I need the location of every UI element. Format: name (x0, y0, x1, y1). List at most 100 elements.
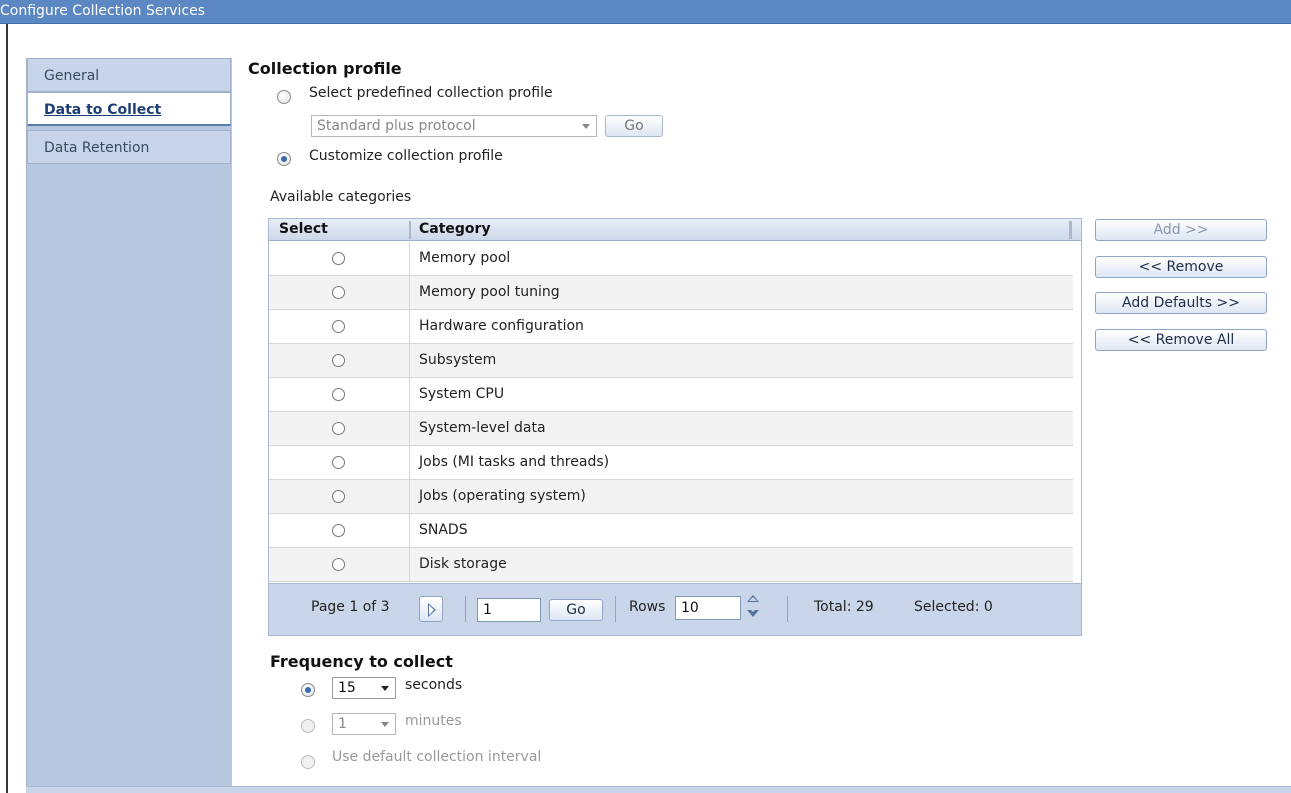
category-cell: SNADS (419, 522, 468, 538)
selected-count: Selected: 0 (914, 599, 993, 615)
table-header: Select Category (269, 219, 1081, 241)
row-select-radio[interactable] (332, 286, 345, 299)
table-row[interactable]: Disk storage (269, 548, 1073, 582)
minutes-select[interactable]: 1 (332, 713, 396, 735)
rows-per-page-input[interactable]: 10 (675, 596, 741, 620)
table-row[interactable]: Memory pool (269, 242, 1073, 276)
table-row[interactable]: System CPU (269, 378, 1073, 412)
category-cell: System-level data (419, 420, 546, 436)
category-cell: Subsystem (419, 352, 497, 368)
rows-label: Rows (629, 599, 666, 615)
dropdown-arrow-icon (582, 124, 590, 129)
category-cell: Disk storage (419, 556, 507, 572)
default-interval-radio[interactable] (301, 755, 315, 769)
row-select-radio[interactable] (332, 354, 345, 367)
add-defaults-button[interactable]: Add Defaults >> (1095, 292, 1267, 314)
row-select-radio[interactable] (332, 320, 345, 333)
table-row[interactable]: Hardware configuration (269, 310, 1073, 344)
category-cell: Jobs (MI tasks and threads) (419, 454, 610, 470)
table-row[interactable]: System-level data (269, 412, 1073, 446)
frequency-seconds-radio[interactable] (301, 683, 315, 697)
cell-separator (409, 548, 410, 582)
column-separator (409, 221, 411, 239)
profile-select-value: Standard plus protocol (317, 118, 476, 134)
dropdown-arrow-icon (381, 722, 389, 727)
bottom-bar (26, 786, 1291, 793)
seconds-label: seconds (405, 677, 463, 693)
cell-separator (409, 378, 410, 412)
customize-profile-radio[interactable] (277, 152, 291, 166)
column-header-select: Select (279, 221, 328, 237)
add-button[interactable]: Add >> (1095, 219, 1267, 241)
window-title: Configure Collection Services (0, 3, 206, 19)
dropdown-arrow-icon (381, 686, 389, 691)
seconds-select[interactable]: 15 (332, 677, 396, 699)
page-number-input[interactable]: 1 (477, 598, 541, 622)
spinner-down-icon[interactable] (747, 608, 759, 617)
collection-profile-heading: Collection profile (248, 59, 402, 78)
page-indicator: Page 1 of 3 (311, 599, 390, 615)
category-cell: System CPU (419, 386, 505, 402)
nav-item-general[interactable]: General (27, 58, 231, 92)
nav-item-data-retention[interactable]: Data Retention (27, 130, 231, 164)
frame-border (6, 24, 8, 793)
row-select-radio[interactable] (332, 490, 345, 503)
cell-separator (409, 514, 410, 548)
table-row[interactable]: Subsystem (269, 344, 1073, 378)
cell-separator (409, 480, 410, 514)
pager-separator (465, 596, 466, 622)
pager-separator (615, 596, 616, 622)
minutes-label: minutes (405, 713, 462, 729)
category-cell: Memory pool tuning (419, 284, 560, 300)
remove-all-button[interactable]: << Remove All (1095, 329, 1267, 351)
seconds-select-value: 15 (338, 680, 356, 696)
cell-separator (409, 276, 410, 310)
page-go-button[interactable]: Go (549, 599, 603, 621)
nav-item-label: General (44, 68, 100, 84)
nav-item-label: Data Retention (44, 140, 150, 156)
category-cell: Hardware configuration (419, 318, 584, 334)
spinner-up-icon[interactable] (747, 595, 759, 602)
predefined-profile-label: Select predefined collection profile (309, 85, 553, 101)
row-select-radio[interactable] (332, 524, 345, 537)
nav-item-data-to-collect[interactable]: Data to Collect (27, 92, 231, 126)
frequency-heading: Frequency to collect (270, 652, 453, 671)
category-cell: Jobs (operating system) (419, 488, 586, 504)
row-select-radio[interactable] (332, 252, 345, 265)
predefined-profile-radio[interactable] (277, 90, 291, 104)
remove-button[interactable]: << Remove (1095, 256, 1267, 278)
pager-separator (787, 596, 788, 622)
column-header-category[interactable]: Category (419, 221, 491, 237)
profile-select[interactable]: Standard plus protocol (311, 115, 597, 137)
cell-separator (409, 412, 410, 446)
category-cell: Memory pool (419, 250, 511, 266)
window-title-bar: Configure Collection Services (0, 0, 1291, 24)
total-count: Total: 29 (814, 599, 874, 615)
rows-spinner[interactable] (745, 594, 761, 620)
next-page-icon (428, 603, 436, 617)
cell-separator (409, 242, 410, 276)
profile-go-button[interactable]: Go (605, 115, 663, 137)
default-interval-label: Use default collection interval (332, 749, 542, 765)
table-row[interactable]: Jobs (operating system) (269, 480, 1073, 514)
table-row[interactable]: SNADS (269, 514, 1073, 548)
categories-table: Select Category Memory pool Memory pool … (268, 218, 1082, 636)
row-select-radio[interactable] (332, 388, 345, 401)
frequency-minutes-radio[interactable] (301, 719, 315, 733)
column-separator (1069, 221, 1072, 239)
minutes-select-value: 1 (338, 716, 347, 732)
row-select-radio[interactable] (332, 558, 345, 571)
next-page-button[interactable] (419, 596, 443, 622)
cell-separator (409, 344, 410, 378)
table-row[interactable]: Jobs (MI tasks and threads) (269, 446, 1073, 480)
cell-separator (409, 446, 410, 480)
row-select-radio[interactable] (332, 422, 345, 435)
row-select-radio[interactable] (332, 456, 345, 469)
table-row[interactable]: Memory pool tuning (269, 276, 1073, 310)
cell-separator (409, 310, 410, 344)
nav-item-label: Data to Collect (44, 102, 162, 118)
available-categories-label: Available categories (270, 189, 412, 205)
customize-profile-label: Customize collection profile (309, 148, 503, 164)
sidebar-nav: General Data to Collect Data Retention (26, 58, 232, 788)
table-pager: Page 1 of 3 1 Go Rows 10 Total: 29 Selec… (269, 583, 1081, 635)
